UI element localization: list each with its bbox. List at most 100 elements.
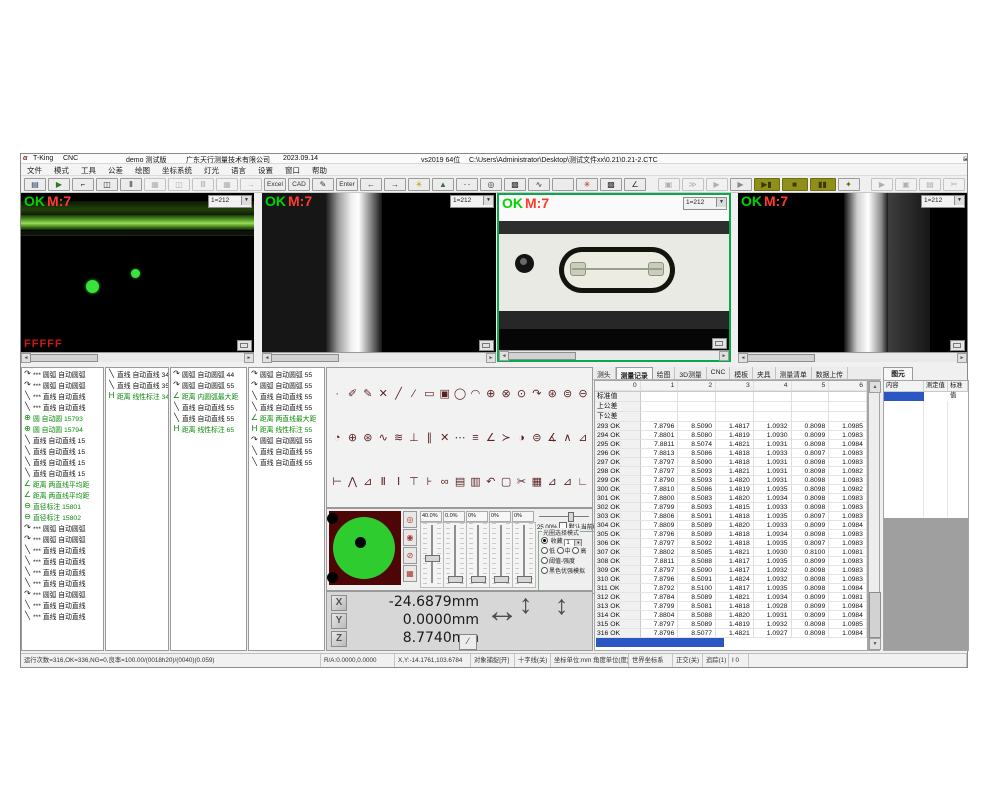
camera-3-hscrollbar[interactable]: ◄ ► xyxy=(499,350,729,360)
favorite-select[interactable]: 1▼ xyxy=(564,539,582,546)
coax-light-button[interactable]: ◉ xyxy=(403,529,417,546)
list-item[interactable]: ↷*** 圆弧 自动圆弧 xyxy=(22,522,103,533)
table-row[interactable]: 308 OK7.88118.50881.48171.09350.80991.09… xyxy=(595,557,867,566)
tab-3D测量[interactable]: 3D测量 xyxy=(675,367,706,379)
geometry-tool-icon-0-7[interactable]: ▣ xyxy=(438,387,452,402)
pause-button[interactable]: ▮▮ xyxy=(810,178,836,191)
list-item[interactable]: ╲直线 自动直线 55 xyxy=(249,401,324,412)
jog-xy-arrows[interactable]: ↔ xyxy=(485,594,519,628)
geometry-tool-icon-1-3[interactable]: ∿ xyxy=(376,431,390,446)
list-item[interactable]: ╲直线 自动直线 15 xyxy=(22,445,103,456)
table-row[interactable]: 303 OK7.88068.50911.48181.09350.80971.09… xyxy=(595,512,867,521)
scrollbar-thumb[interactable] xyxy=(869,592,881,638)
geometry-tool-icon-1-11[interactable]: ≻ xyxy=(499,431,513,446)
camera-1-grip-icon[interactable] xyxy=(237,340,252,351)
table-row[interactable]: 311 OK7.87928.51001.48171.09350.80981.09… xyxy=(595,584,867,593)
list-item[interactable]: ↷*** 圆弧 自动圆弧 xyxy=(22,533,103,544)
table-row[interactable]: 306 OK7.87978.50921.48181.09350.80971.09… xyxy=(595,539,867,548)
tab-测量记录[interactable]: 测量记录 xyxy=(616,367,653,379)
camera-4-video[interactable]: OKM:7 1=212▼ xyxy=(738,193,967,353)
list-item[interactable]: ╲直线 自动直线 15 xyxy=(22,456,103,467)
list-item[interactable]: ╲直线 自动直线 55 xyxy=(249,445,324,456)
camera-2-video[interactable]: OKM:7 1=212▼ xyxy=(262,193,496,353)
list-item[interactable]: ⊖直径标注 15802 xyxy=(22,511,103,522)
menu-item-3[interactable]: 公差 xyxy=(102,164,129,176)
list-item[interactable]: ╲直线 自动直线 55 xyxy=(249,456,324,467)
geometry-tool-icon-0-10[interactable]: ⊕ xyxy=(484,387,498,402)
enter-button[interactable]: Enter xyxy=(336,178,358,191)
list-item[interactable]: ╲*** 直线 自动直线 xyxy=(22,610,103,621)
menu-item-6[interactable]: 灯光 xyxy=(198,164,225,176)
camera-4-grip-icon[interactable] xyxy=(950,340,965,351)
scroll-right-icon[interactable]: ► xyxy=(486,353,496,363)
geometry-tool-icon-1-14[interactable]: ∡ xyxy=(545,431,559,446)
list-item[interactable]: ⊕圆 自动圆 15793 xyxy=(22,412,103,423)
qr-code-button[interactable]: ▩ xyxy=(600,178,622,191)
table-row[interactable]: 295 OK7.88118.50741.48211.09310.80981.09… xyxy=(595,440,867,449)
open-run-button[interactable]: ▶ xyxy=(48,178,70,191)
menu-item-10[interactable]: 帮助 xyxy=(306,164,333,176)
camera-4-channel-dropdown[interactable]: 1=212▼ xyxy=(921,195,965,208)
elements-panel[interactable]: 内容测定值标准值 xyxy=(883,380,969,651)
caliper-button[interactable]: Ⅱ xyxy=(120,178,142,191)
geometry-tool-icon-1-9[interactable]: ≡ xyxy=(468,431,482,446)
level-radio-0[interactable] xyxy=(541,547,548,554)
geometry-tool-icon-2-13[interactable]: ▦ xyxy=(530,475,544,490)
table-row[interactable]: 314 OK7.88048.50881.48201.09310.80991.09… xyxy=(595,611,867,620)
list-item[interactable]: ∠距离 两直线平均距 xyxy=(22,478,103,489)
geometry-tool-icon-0-4[interactable]: ╱ xyxy=(391,387,405,402)
level-radio-2[interactable] xyxy=(572,547,579,554)
scroll-up-icon[interactable]: ▲ xyxy=(869,381,881,393)
geometry-tool-icon-1-7[interactable]: ✕ xyxy=(438,431,452,446)
laser-button[interactable]: ✳ xyxy=(576,178,598,191)
geometry-tool-icon-1-5[interactable]: ⊥ xyxy=(407,431,421,446)
run-button[interactable]: ✦ xyxy=(838,178,860,191)
table-row[interactable]: 293 OK7.87968.50901.48171.09320.80981.09… xyxy=(595,422,867,431)
geometry-tool-icon-2-11[interactable]: ▢ xyxy=(499,475,513,490)
geometry-tool-icon-2-6[interactable]: ⊦ xyxy=(422,475,436,490)
segment-light-button[interactable]: ⊘ xyxy=(403,547,417,564)
tab-测量清单[interactable]: 测量清单 xyxy=(776,367,812,379)
spec-row[interactable]: 下公差 xyxy=(595,412,867,422)
camera-3-video[interactable]: OKM:7 1=212▼ xyxy=(499,195,729,351)
geometry-tool-icon-2-4[interactable]: Ⅰ xyxy=(391,475,405,490)
table-row[interactable]: 313 OK7.87998.50811.48181.09280.80991.09… xyxy=(595,602,867,611)
list-item[interactable]: H距离 线性标注 55 xyxy=(249,423,324,434)
table-row[interactable]: 305 OK7.87968.50891.48181.09340.80981.09… xyxy=(595,530,867,539)
favorite-radio[interactable] xyxy=(541,537,548,544)
measure-tool-button[interactable]: ⌐ xyxy=(72,178,94,191)
geometry-tool-icon-0-8[interactable]: ◯ xyxy=(453,387,467,402)
list-item[interactable]: ╲直线 自动直线 55 xyxy=(171,412,246,423)
geometry-tool-icon-2-3[interactable]: Ⅱ xyxy=(376,475,390,490)
list-item[interactable]: ╲直线 自动直线 55 xyxy=(171,401,246,412)
tab-模板[interactable]: 模板 xyxy=(730,367,753,379)
chevron-down-icon[interactable]: ▼ xyxy=(483,196,493,205)
table-row[interactable]: 298 OK7.87978.50931.48211.09310.80981.09… xyxy=(595,467,867,476)
geometry-tool-icon-0-15[interactable]: ⊜ xyxy=(560,387,574,402)
menu-item-2[interactable]: 工具 xyxy=(75,164,102,176)
list-item[interactable]: ╲*** 直线 自动直线 xyxy=(22,555,103,566)
grid-light-button[interactable]: ▦ xyxy=(403,565,417,582)
slider-thumb[interactable] xyxy=(448,576,463,583)
extra-radio-1[interactable] xyxy=(541,567,548,574)
pattern-button[interactable]: ▩ xyxy=(504,178,526,191)
table-row[interactable]: 299 OK7.87908.50931.48201.09310.80981.09… xyxy=(595,476,867,485)
geometry-tool-icon-0-6[interactable]: ▭ xyxy=(422,387,436,402)
geometry-tool-icon-0-0[interactable]: · xyxy=(330,387,344,402)
list-item[interactable]: ↷圆弧 自动圆弧 44 xyxy=(171,368,246,379)
geometry-tool-icon-0-3[interactable]: ✕ xyxy=(376,387,390,402)
camera-4-hscrollbar[interactable]: ◄ ► xyxy=(738,352,967,362)
chevron-down-icon[interactable]: ▼ xyxy=(241,196,251,205)
selected-cell[interactable] xyxy=(884,392,924,401)
draw-button[interactable]: ✎ xyxy=(312,178,334,191)
spec-row[interactable]: 上公差 xyxy=(595,402,867,412)
menu-item-0[interactable]: 文件 xyxy=(21,164,48,176)
scrollbar-thumb[interactable] xyxy=(30,354,98,362)
geometry-tool-icon-1-2[interactable]: ⊛ xyxy=(361,431,375,446)
angle-measure-button[interactable]: ∕ xyxy=(459,634,477,650)
chevron-down-icon[interactable]: ▼ xyxy=(716,198,726,207)
camera-1-hscrollbar[interactable]: ◄ ► xyxy=(21,352,254,362)
list-item[interactable]: ╲*** 直线 自动直线 xyxy=(22,566,103,577)
cad-button[interactable]: CAD xyxy=(288,178,310,191)
list-item[interactable]: ╲*** 直线 自动直线 xyxy=(22,544,103,555)
